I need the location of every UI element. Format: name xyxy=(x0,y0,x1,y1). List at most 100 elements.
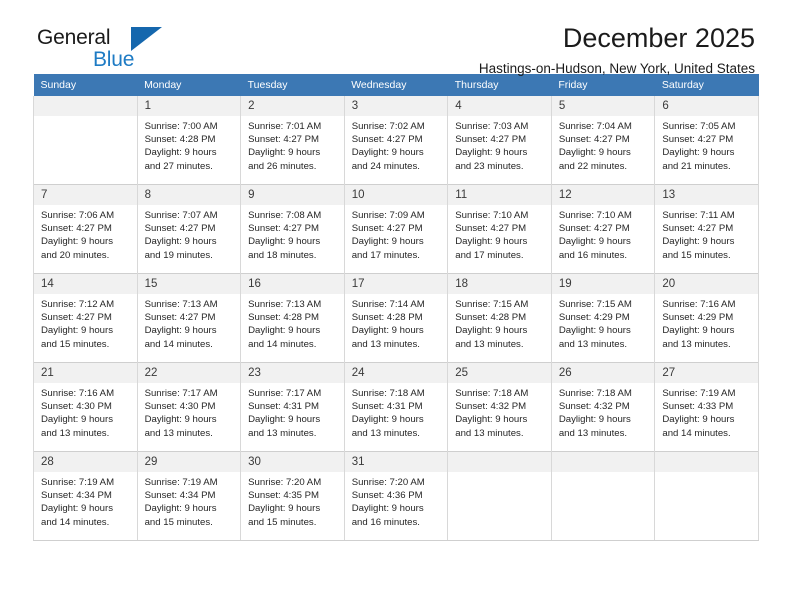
sunset-text: Sunset: 4:36 PM xyxy=(351,490,423,502)
day-number: 4 xyxy=(448,96,551,116)
day-cell[interactable]: 7 Sunrise: 7:06 AM Sunset: 4:27 PM Daylight… xyxy=(33,184,138,274)
day-cell[interactable] xyxy=(654,451,759,540)
day-number: 10 xyxy=(344,185,448,205)
sunset-text: Sunset: 4:28 PM xyxy=(351,312,423,324)
day-cell[interactable] xyxy=(447,451,552,540)
day-cell[interactable]: 1 Sunrise: 7:00 AM Sunset: 4:28 PM Daylight… xyxy=(136,96,242,185)
day-details: Sunrise: 7:18 AM Sunset: 4:31 PM Daylight:… xyxy=(345,383,448,440)
triangle-flag-icon xyxy=(131,27,162,51)
sunset-text: Sunset: 4:27 PM xyxy=(41,312,112,324)
day-number: 28 xyxy=(34,452,137,472)
sunset-text: Sunset: 4:27 PM xyxy=(248,134,320,146)
day-cell[interactable] xyxy=(550,451,656,540)
daylight-text-line2: and 14 minutes. xyxy=(248,338,317,350)
day-cell[interactable]: 4 Sunrise: 7:03 AM Sunset: 4:27 PM Daylight… xyxy=(447,96,552,185)
day-cell[interactable] xyxy=(33,96,138,185)
sunset-text: Sunset: 4:28 PM xyxy=(248,312,320,324)
daylight-text-line2: and 16 minutes. xyxy=(558,249,628,261)
title-block: December 2025 Hastings-on-Hudson, New Yo… xyxy=(479,22,755,78)
daylight-text-line1: Daylight: 9 hours xyxy=(558,147,631,159)
sunset-text: Sunset: 4:27 PM xyxy=(558,134,630,146)
daylight-text-line1: Daylight: 9 hours xyxy=(248,325,321,337)
day-cell[interactable]: 17 Sunrise: 7:14 AM Sunset: 4:28 PM Dayligh… xyxy=(343,273,449,363)
day-cell[interactable]: 28 Sunrise: 7:19 AM Sunset: 4:34 PM Dayligh… xyxy=(33,451,138,540)
day-details: Sunrise: 7:20 AM Sunset: 4:35 PM Daylight:… xyxy=(241,472,344,529)
day-number: 20 xyxy=(655,274,758,294)
day-cell[interactable]: 5 Sunrise: 7:04 AM Sunset: 4:27 PM Daylight… xyxy=(550,96,656,185)
day-cell[interactable]: 22 Sunrise: 7:17 AM Sunset: 4:30 PM Dayligh… xyxy=(136,362,242,452)
day-cell[interactable]: 30 Sunrise: 7:20 AM Sunset: 4:35 PM Dayligh… xyxy=(240,451,345,540)
day-details: Sunrise: 7:09 AM Sunset: 4:27 PM Daylight:… xyxy=(345,205,448,262)
daylight-text-line1: Daylight: 9 hours xyxy=(351,503,424,515)
sunrise-text: Sunrise: 7:10 AM xyxy=(455,210,529,221)
day-cell[interactable]: 8 Sunrise: 7:07 AM Sunset: 4:27 PM Daylight… xyxy=(136,184,242,274)
sunrise-text: Sunrise: 7:18 AM xyxy=(351,388,425,399)
day-number: 7 xyxy=(34,185,137,205)
day-cell[interactable]: 2 Sunrise: 7:01 AM Sunset: 4:27 PM Daylight… xyxy=(240,96,345,185)
day-cell[interactable]: 23 Sunrise: 7:17 AM Sunset: 4:31 PM Dayligh… xyxy=(240,362,345,452)
day-number: 3 xyxy=(344,96,448,116)
day-cell[interactable]: 13 Sunrise: 7:11 AM Sunset: 4:27 PM Dayligh… xyxy=(654,184,759,274)
daylight-text-line2: and 23 minutes. xyxy=(455,160,524,172)
page-header: General Blue December 2025 Hastings-on-H… xyxy=(33,0,759,76)
daylight-text-line1: Daylight: 9 hours xyxy=(144,503,217,515)
day-cell[interactable]: 24 Sunrise: 7:18 AM Sunset: 4:31 PM Dayligh… xyxy=(343,362,449,452)
day-cell[interactable]: 18 Sunrise: 7:15 AM Sunset: 4:28 PM Dayligh… xyxy=(447,273,552,363)
sunrise-text: Sunrise: 7:03 AM xyxy=(455,121,529,132)
daylight-text-line2: and 15 minutes. xyxy=(41,338,110,350)
sunset-text: Sunset: 4:34 PM xyxy=(144,490,216,502)
daylight-text-line1: Daylight: 9 hours xyxy=(662,147,735,159)
brand-logo[interactable]: General Blue xyxy=(37,26,217,78)
sunrise-text: Sunrise: 7:04 AM xyxy=(558,121,632,132)
day-cell[interactable]: 21 Sunrise: 7:16 AM Sunset: 4:30 PM Dayligh… xyxy=(33,362,138,452)
day-details: Sunrise: 7:06 AM Sunset: 4:27 PM Daylight:… xyxy=(34,205,137,262)
sunrise-text: Sunrise: 7:12 AM xyxy=(41,299,115,310)
day-cell[interactable]: 11 Sunrise: 7:10 AM Sunset: 4:27 PM Dayligh… xyxy=(447,184,552,274)
daylight-text-line1: Daylight: 9 hours xyxy=(144,325,217,337)
day-details: Sunrise: 7:12 AM Sunset: 4:27 PM Daylight:… xyxy=(34,294,137,351)
day-details: Sunrise: 7:16 AM Sunset: 4:30 PM Daylight:… xyxy=(34,383,137,440)
sunrise-text: Sunrise: 7:18 AM xyxy=(455,388,529,399)
sunset-text: Sunset: 4:28 PM xyxy=(144,134,216,146)
day-details: Sunrise: 7:19 AM Sunset: 4:34 PM Daylight:… xyxy=(138,472,241,529)
sunset-text: Sunset: 4:32 PM xyxy=(558,401,630,413)
daylight-text-line1: Daylight: 9 hours xyxy=(144,236,217,248)
day-number: 26 xyxy=(551,363,655,383)
day-cell[interactable]: 16 Sunrise: 7:13 AM Sunset: 4:28 PM Dayligh… xyxy=(240,273,345,363)
sunset-text: Sunset: 4:27 PM xyxy=(144,312,216,324)
day-cell[interactable]: 10 Sunrise: 7:09 AM Sunset: 4:27 PM Dayligh… xyxy=(343,184,449,274)
day-cell[interactable]: 29 Sunrise: 7:19 AM Sunset: 4:34 PM Dayligh… xyxy=(136,451,242,540)
day-cell[interactable]: 3 Sunrise: 7:02 AM Sunset: 4:27 PM Daylight… xyxy=(343,96,449,185)
daylight-text-line1: Daylight: 9 hours xyxy=(248,147,321,159)
daylight-text-line2: and 15 minutes. xyxy=(144,516,213,528)
day-number: 22 xyxy=(137,363,241,383)
daylight-text-line2: and 18 minutes. xyxy=(248,249,317,261)
daylight-text-line1: Daylight: 9 hours xyxy=(662,236,735,248)
day-cell[interactable]: 12 Sunrise: 7:10 AM Sunset: 4:27 PM Dayligh… xyxy=(550,184,656,274)
daylight-text-line1: Daylight: 9 hours xyxy=(248,414,321,426)
daylight-text-line2: and 15 minutes. xyxy=(248,516,317,528)
sunset-text: Sunset: 4:27 PM xyxy=(144,223,216,235)
daylight-text-line2: and 24 minutes. xyxy=(351,160,420,172)
day-cell[interactable]: 26 Sunrise: 7:18 AM Sunset: 4:32 PM Dayligh… xyxy=(550,362,656,452)
day-cell[interactable]: 31 Sunrise: 7:20 AM Sunset: 4:36 PM Dayligh… xyxy=(343,451,449,540)
day-cell[interactable]: 20 Sunrise: 7:16 AM Sunset: 4:29 PM Dayligh… xyxy=(654,273,759,363)
day-cell[interactable]: 14 Sunrise: 7:12 AM Sunset: 4:27 PM Dayligh… xyxy=(33,273,138,363)
sunrise-text: Sunrise: 7:17 AM xyxy=(144,388,218,399)
day-details: Sunrise: 7:03 AM Sunset: 4:27 PM Daylight:… xyxy=(448,116,551,173)
day-cell[interactable]: 25 Sunrise: 7:18 AM Sunset: 4:32 PM Dayligh… xyxy=(447,362,552,452)
day-number: 14 xyxy=(34,274,137,294)
daylight-text-line1: Daylight: 9 hours xyxy=(41,503,113,515)
day-details: Sunrise: 7:19 AM Sunset: 4:34 PM Daylight:… xyxy=(34,472,137,529)
sunrise-text: Sunrise: 7:14 AM xyxy=(351,299,425,310)
day-cell[interactable]: 6 Sunrise: 7:05 AM Sunset: 4:27 PM Daylight… xyxy=(654,96,759,185)
day-cell[interactable]: 27 Sunrise: 7:19 AM Sunset: 4:33 PM Dayligh… xyxy=(654,362,759,452)
day-cell[interactable]: 19 Sunrise: 7:15 AM Sunset: 4:29 PM Dayligh… xyxy=(550,273,656,363)
sunrise-text: Sunrise: 7:20 AM xyxy=(248,477,322,488)
day-details: Sunrise: 7:14 AM Sunset: 4:28 PM Daylight:… xyxy=(345,294,448,351)
day-details: Sunrise: 7:07 AM Sunset: 4:27 PM Daylight:… xyxy=(138,205,241,262)
day-cell[interactable]: 15 Sunrise: 7:13 AM Sunset: 4:27 PM Dayligh… xyxy=(136,273,242,363)
sunset-text: Sunset: 4:31 PM xyxy=(351,401,423,413)
daylight-text-line1: Daylight: 9 hours xyxy=(558,325,631,337)
day-cell[interactable]: 9 Sunrise: 7:08 AM Sunset: 4:27 PM Daylight… xyxy=(240,184,345,274)
